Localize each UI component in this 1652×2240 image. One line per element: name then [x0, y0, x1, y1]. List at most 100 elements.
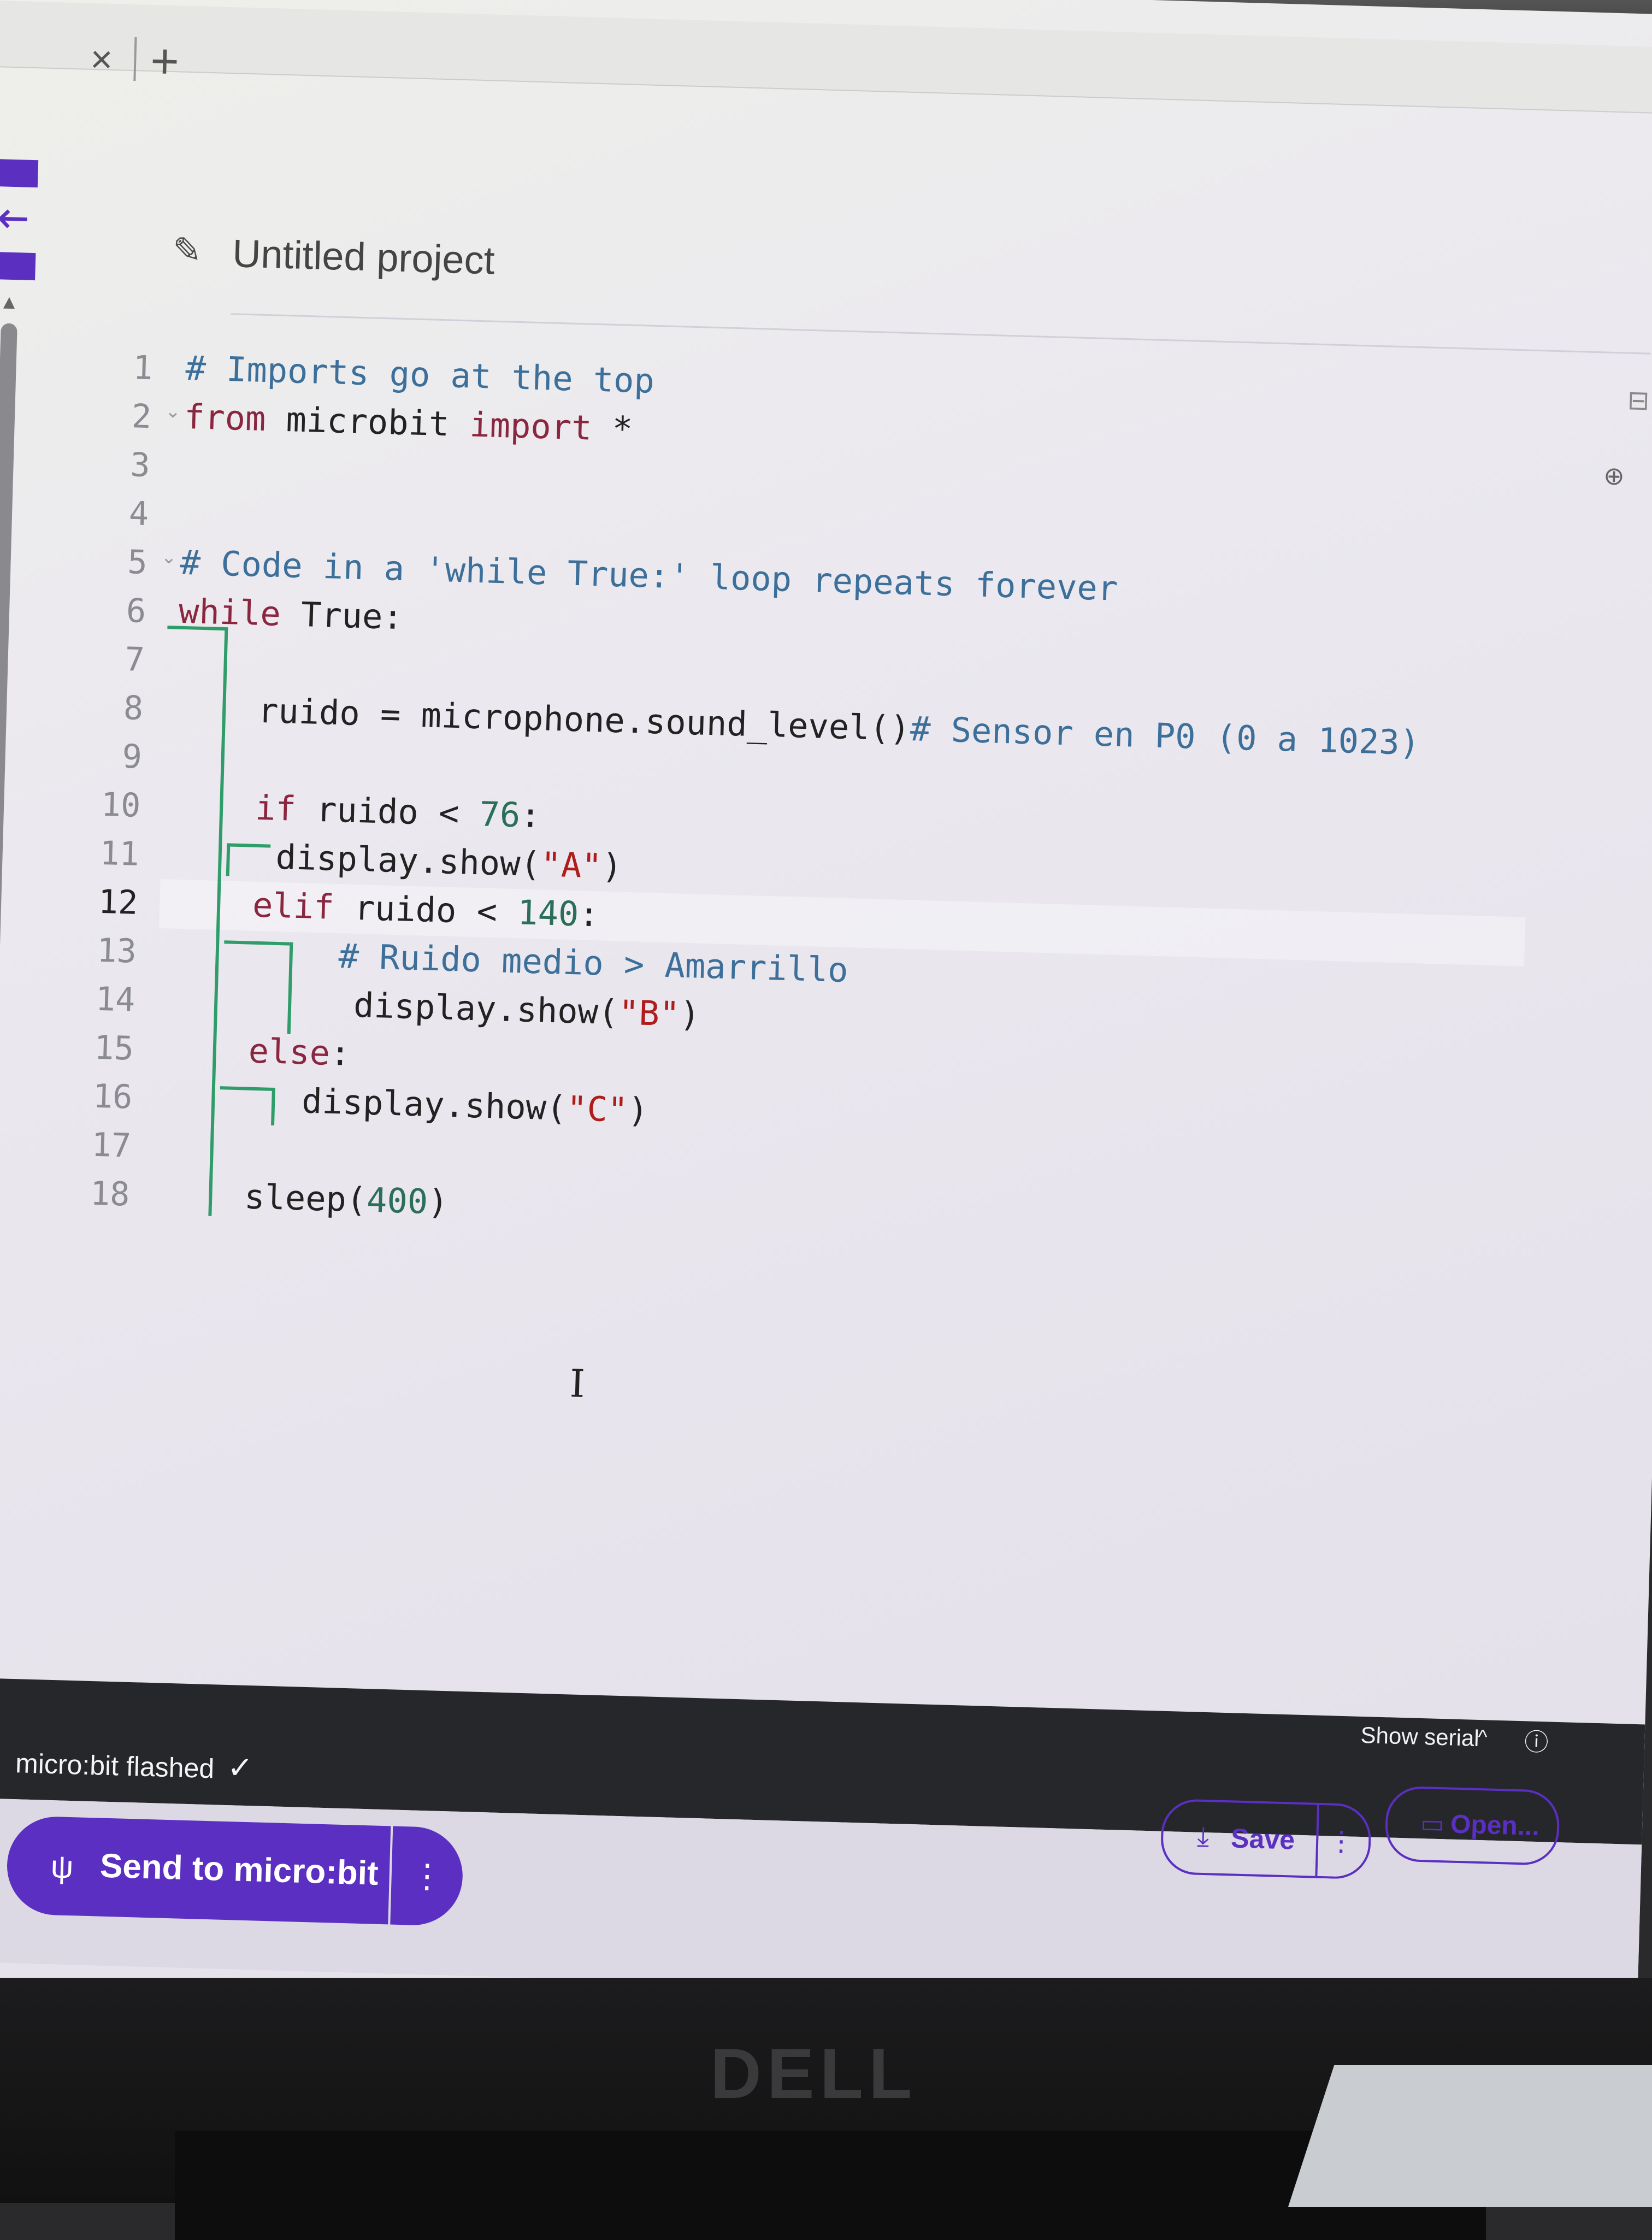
indent-guide — [287, 942, 293, 1034]
code-token: # Imports go at the top — [185, 347, 655, 401]
line-number: 8 — [123, 688, 144, 728]
code-token: ) — [427, 1181, 449, 1222]
code-line[interactable]: ruido = microphone.sound_level()# Sensor… — [257, 691, 1420, 763]
code-token: else — [247, 1030, 331, 1073]
code-token: microbit — [265, 399, 470, 445]
flash-status-text: micro:bit flashed — [15, 1748, 215, 1784]
show-serial-button[interactable]: Show serial — [1360, 1722, 1479, 1752]
new-tab-icon[interactable]: + — [150, 33, 180, 90]
indent-guide — [226, 843, 231, 876]
open-label: Open... — [1450, 1809, 1540, 1842]
line-number: 5 — [127, 543, 148, 582]
fold-arrow-icon[interactable]: ⌄ — [165, 400, 181, 423]
line-number: 2 — [131, 397, 152, 437]
send-label: Send to micro:bit — [99, 1847, 379, 1893]
line-number: 13 — [96, 931, 137, 971]
save-button[interactable]: ⤓ Save — [1160, 1798, 1320, 1878]
tab-divider — [133, 37, 137, 81]
code-line[interactable]: if ruido < 76: — [255, 788, 541, 836]
code-token: display.show( — [275, 836, 541, 885]
open-button[interactable]: ▭ Open... — [1384, 1785, 1560, 1866]
line-number: 1 — [132, 349, 154, 388]
pencil-icon[interactable]: ✎ — [172, 229, 203, 271]
code-token: if — [255, 787, 297, 829]
code-line[interactable]: else: — [248, 1031, 351, 1074]
browser-tab-strip: × + — [0, 0, 1652, 115]
code-token: ruido = microphone.sound_level() — [257, 690, 911, 749]
code-token: "A" — [540, 844, 603, 886]
folder-icon: ▭ — [1420, 1809, 1445, 1838]
sidebar-tab[interactable] — [0, 158, 39, 188]
line-number: 7 — [124, 640, 145, 679]
code-token: : — [329, 1033, 351, 1074]
code-token: elif — [252, 885, 335, 927]
code-token: # Sensor en P0 (0 a 1023) — [910, 709, 1421, 763]
line-number: 11 — [99, 834, 140, 874]
code-token: 76 — [479, 794, 521, 835]
line-number: 15 — [93, 1028, 134, 1068]
project-title[interactable]: Untitled project — [232, 231, 495, 283]
indent-guide — [220, 1086, 275, 1091]
code-token: ) — [627, 1090, 649, 1131]
code-line[interactable]: # Imports go at the top — [185, 348, 655, 401]
check-icon: ✓ — [227, 1750, 253, 1785]
monitor-stand — [175, 2131, 1486, 2240]
code-token: 400 — [366, 1180, 429, 1222]
indent-guide — [227, 843, 271, 848]
code-token: "C" — [566, 1088, 629, 1130]
background-floor — [1288, 2065, 1652, 2207]
monitor-brand-logo: DELL — [710, 2033, 918, 2113]
code-token: : — [520, 795, 541, 836]
code-line[interactable]: display.show("A") — [275, 837, 623, 887]
code-token: : — [578, 894, 600, 935]
tab-close-icon[interactable]: × — [90, 37, 113, 81]
info-icon[interactable]: ⓘ — [1524, 1722, 1549, 1758]
code-token: ruido < — [333, 887, 518, 933]
code-token: display.show( — [301, 1081, 568, 1128]
zoom-icon[interactable]: ⊕ — [1603, 461, 1625, 491]
save-label: Save — [1230, 1823, 1295, 1855]
code-line[interactable]: sleep(400) — [244, 1176, 449, 1222]
collapse-sidebar-icon[interactable]: ⇤ — [0, 192, 31, 244]
code-token: sleep( — [244, 1176, 368, 1220]
code-token: display.show( — [353, 985, 620, 1033]
code-token: import — [469, 404, 593, 448]
scroll-up-icon[interactable]: ▲ — [0, 290, 19, 314]
header-divider — [231, 313, 1651, 355]
sidebar-tab[interactable] — [0, 251, 36, 281]
code-token: ) — [601, 846, 623, 887]
line-number: 17 — [91, 1125, 132, 1165]
scrollbar[interactable] — [0, 323, 17, 1744]
line-number: 6 — [126, 592, 147, 631]
chevron-up-icon[interactable]: ^ — [1478, 1725, 1488, 1748]
send-to-microbit-button[interactable]: ψ Send to micro:bit — [5, 1815, 391, 1925]
code-line[interactable]: while True: — [178, 591, 403, 637]
line-number: 3 — [129, 446, 151, 485]
line-number: 18 — [90, 1174, 131, 1214]
code-token: from — [184, 396, 267, 439]
line-number: 12 — [98, 882, 139, 922]
code-line[interactable]: display.show("B") — [353, 985, 700, 1035]
fold-arrow-icon[interactable]: ⌄ — [161, 546, 177, 569]
download-icon: ⤓ — [1196, 1820, 1210, 1852]
usb-icon: ψ — [50, 1849, 74, 1885]
code-token: 140 — [517, 892, 580, 934]
panel-icon[interactable]: ⊟ — [1627, 385, 1650, 416]
screen: × + ⇤ ▲ ··· ✎ Untitled project ⊟ ⊕ 1# Im… — [0, 0, 1652, 2074]
code-editor[interactable]: 1 # Imports go at the top 2 from microbit i… — [51, 347, 1551, 1317]
code-token: True: — [280, 593, 404, 638]
line-number: 14 — [95, 980, 136, 1019]
code-line[interactable]: from microbit import * — [184, 397, 633, 449]
line-number: 16 — [92, 1077, 133, 1117]
line-number: 9 — [121, 737, 143, 776]
code-token: ) — [679, 994, 701, 1035]
text-cursor-icon: I — [569, 1361, 586, 1407]
code-token: * — [591, 408, 634, 449]
indent-guide — [271, 1087, 275, 1125]
code-token: ruido < — [295, 788, 480, 834]
code-line[interactable]: display.show("C") — [301, 1081, 648, 1130]
code-token: "B" — [618, 992, 681, 1034]
indent-guide — [224, 940, 290, 946]
line-number: 4 — [128, 494, 150, 534]
line-number: 10 — [101, 785, 141, 825]
